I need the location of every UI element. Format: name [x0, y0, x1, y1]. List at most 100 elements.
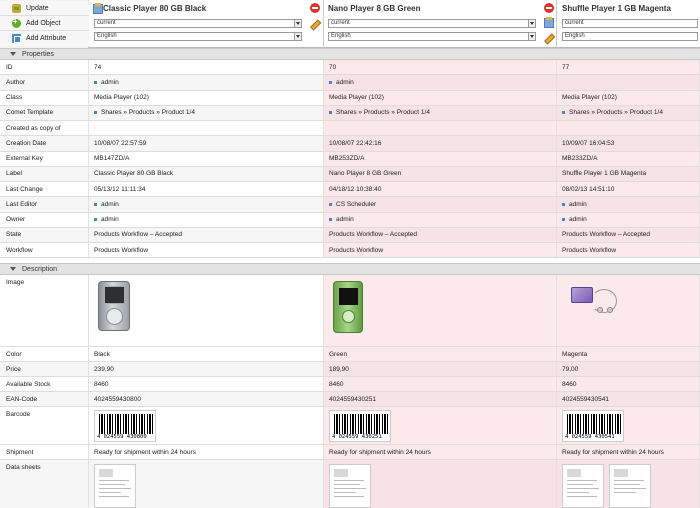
property-value-text[interactable]: admin — [336, 216, 354, 223]
row-label: Available Stock — [0, 377, 89, 391]
add-attribute-button[interactable]: Add Attribute — [0, 31, 89, 46]
property-value-text: Nano Player 8 GB Green — [329, 170, 402, 178]
barcode-cell: 4 024559 430800 — [89, 407, 324, 444]
row-label: Class — [0, 90, 89, 105]
property-value-text: 10/09/07 16:04:53 — [562, 139, 615, 147]
remove-icon[interactable] — [544, 3, 554, 13]
row-label: Creation Date — [0, 136, 89, 151]
column-header-3: Shuffle Player 1 GB Magenta current Engl… — [540, 0, 700, 48]
property-value — [324, 121, 557, 136]
column-title: Classic Player 80 GB Black — [103, 4, 207, 13]
color-value: Black — [89, 347, 324, 361]
property-value-text: 74 — [94, 63, 102, 71]
table-row: Class Media Player (102) Media Player (102… — [0, 90, 700, 106]
property-value: Products Workflow — [324, 243, 557, 258]
property-value-text[interactable]: admin — [569, 201, 587, 208]
image-cell — [89, 275, 324, 346]
image-cell — [557, 275, 700, 346]
row-label: Barcode — [0, 407, 89, 444]
product-image-classic-player[interactable] — [98, 281, 130, 331]
ean-value: 4024559430541 — [557, 392, 700, 406]
datasheet-thumbnail[interactable] — [94, 464, 136, 508]
datasheet-thumbnail[interactable] — [609, 464, 651, 508]
property-value-text[interactable]: Shares » Products » Product 1/4 — [569, 109, 663, 116]
datasheet-cell — [324, 460, 557, 508]
property-value-text[interactable]: admin — [569, 216, 587, 223]
description-section-header[interactable]: Description — [0, 263, 700, 275]
pencil-icon[interactable] — [542, 32, 556, 46]
add-attribute-label: Add Attribute — [26, 35, 67, 42]
compare-header: Update Add Object Add Attribute Classic … — [0, 0, 700, 48]
property-value-text: Products Workflow — [94, 246, 149, 254]
stock-value: 8460 — [324, 377, 557, 391]
property-value: 77 — [557, 60, 700, 75]
link-bullet-icon — [94, 218, 97, 222]
language-select[interactable]: English — [562, 32, 698, 41]
product-image-nano-player[interactable] — [333, 281, 363, 333]
property-value-text: Media Player (102) — [329, 94, 384, 102]
property-value-text[interactable]: admin — [101, 201, 119, 208]
property-value: admin — [324, 212, 557, 227]
row-label: Workflow — [0, 243, 89, 258]
property-value-text[interactable]: admin — [101, 216, 119, 223]
chevron-down-icon — [294, 33, 301, 40]
property-value-text: Classic Player 80 GB Black — [94, 170, 174, 178]
remove-icon[interactable] — [310, 3, 320, 13]
property-value-text: 70 — [329, 63, 337, 71]
version-select[interactable]: current — [562, 19, 698, 28]
link-bullet-icon — [329, 218, 332, 222]
stock-value: 8460 — [89, 377, 324, 391]
property-value: Media Player (102) — [557, 90, 700, 105]
property-value: admin — [89, 212, 324, 227]
language-select[interactable]: English — [328, 32, 536, 41]
add-object-button[interactable]: Add Object — [0, 16, 89, 31]
version-select[interactable]: current — [328, 19, 536, 28]
barcode-cell: 4 024559 430541 — [557, 407, 700, 444]
row-label: Image — [0, 275, 89, 346]
table-row: Comet Template Shares » Products » Produc… — [0, 105, 700, 121]
version-select[interactable]: current — [94, 19, 302, 28]
table-row: Last Change 05/13/12 11:11:34 04/18/12 10:… — [0, 182, 700, 198]
property-value-text: 08/02/13 14:51:10 — [562, 185, 615, 193]
properties-section-header[interactable]: Properties — [0, 48, 700, 60]
table-row: Owner admin admin admin — [0, 212, 700, 228]
language-select[interactable]: English — [94, 32, 302, 41]
datasheet-cell — [89, 460, 324, 508]
barcode-image[interactable]: 4 024559 430800 — [94, 410, 156, 442]
property-value: Products Workflow — [89, 243, 324, 258]
row-label: Shipment — [0, 445, 89, 459]
pencil-icon[interactable] — [308, 18, 322, 32]
property-value-text[interactable]: admin — [336, 79, 354, 86]
attribute-icon — [12, 34, 21, 43]
datasheet-thumbnail[interactable] — [562, 464, 604, 508]
row-label: EAN-Code — [0, 392, 89, 406]
property-value-text[interactable]: CS Scheduler — [336, 201, 376, 208]
document-icon — [93, 3, 103, 14]
property-value-text[interactable]: Shares » Products » Product 1/4 — [336, 109, 430, 116]
property-value: admin — [89, 75, 324, 90]
barcode-image[interactable]: 4 024559 430251 — [329, 410, 391, 442]
link-bullet-icon — [562, 202, 565, 206]
property-value: Shares » Products » Product 1/4 — [89, 105, 324, 120]
property-value: Classic Player 80 GB Black — [89, 166, 324, 181]
property-value: Products Workflow – Accepted — [324, 227, 557, 242]
datasheet-thumbnail[interactable] — [329, 464, 371, 508]
barcode-image[interactable]: 4 024559 430541 — [562, 410, 624, 442]
table-row: Shipment Ready for shipment within 24 ho… — [0, 445, 700, 460]
table-row: EAN-Code 4024559430800 4024559430251 402… — [0, 392, 700, 407]
update-label: Update — [26, 4, 49, 12]
toolbar: Update Add Object Add Attribute — [0, 0, 89, 48]
update-button[interactable]: Update — [0, 1, 89, 16]
property-value-text[interactable]: admin — [101, 79, 119, 86]
table-row: Barcode 4 024559 430800 4 024559 430251 … — [0, 407, 700, 445]
property-value: Shares » Products » Product 1/4 — [324, 105, 557, 120]
property-value-text[interactable]: Shares » Products » Product 1/4 — [101, 109, 195, 116]
row-label: Label — [0, 166, 89, 181]
datasheet-cell — [557, 460, 700, 508]
property-value: admin — [89, 197, 324, 212]
table-row: Workflow Products Workflow Products Workfl… — [0, 243, 700, 259]
table-row: Author admin admin — [0, 75, 700, 91]
property-value-text: MB233ZD/A — [562, 155, 598, 163]
product-image-shuffle-player[interactable] — [561, 279, 623, 319]
collapse-triangle-icon — [10, 267, 16, 271]
